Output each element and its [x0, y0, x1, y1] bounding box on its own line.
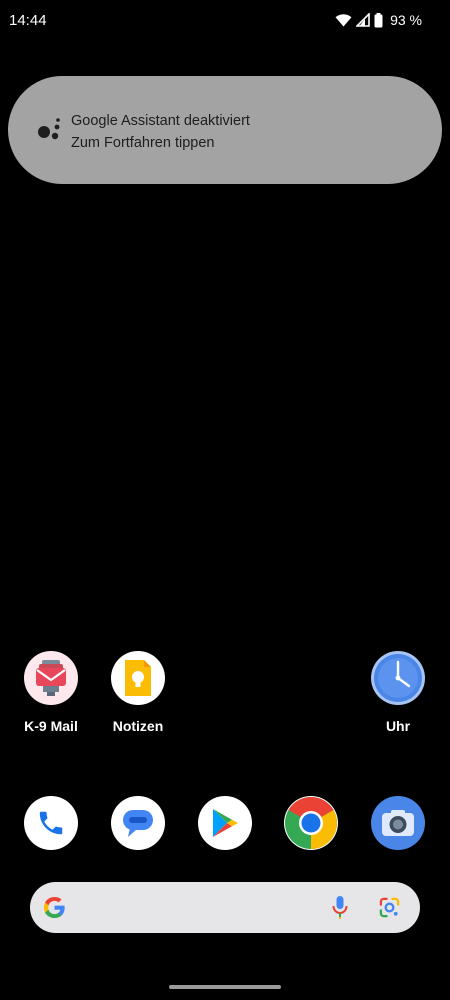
dock-play-store[interactable]: [180, 796, 270, 850]
google-g-icon: [43, 896, 66, 919]
status-icons: 93 %: [335, 12, 422, 28]
play-store-icon: [198, 796, 252, 850]
app-label: Notizen: [112, 718, 164, 734]
phone-icon: [24, 796, 78, 850]
app-notizen[interactable]: Notizen: [93, 651, 183, 734]
camera-icon: [371, 796, 425, 850]
status-time: 14:44: [9, 12, 47, 29]
assistant-banner-subtitle: Zum Fortfahren tippen: [71, 135, 215, 151]
clock-icon: [371, 651, 425, 705]
app-k9-mail[interactable]: K-9 Mail: [6, 651, 96, 734]
messages-icon: [111, 796, 165, 850]
app-uhr[interactable]: Uhr: [353, 651, 443, 734]
chrome-icon: [284, 796, 338, 850]
microphone-icon[interactable]: [332, 895, 348, 920]
app-label: Uhr: [385, 718, 411, 734]
google-assistant-icon: [37, 117, 63, 141]
app-label: K-9 Mail: [24, 718, 78, 734]
gesture-navigation-handle[interactable]: [169, 985, 281, 989]
cellular-signal-icon: [356, 13, 370, 27]
google-lens-icon[interactable]: [378, 896, 401, 919]
dock-chrome[interactable]: [266, 796, 356, 850]
status-bar: 14:44 93 %: [0, 0, 450, 42]
dock-messages[interactable]: [93, 796, 183, 850]
assistant-banner-text: Google Assistant deaktiviert Zum Fortfah…: [71, 110, 250, 154]
keep-notes-icon: [111, 651, 165, 705]
battery-icon: [374, 12, 383, 28]
dock-phone[interactable]: [6, 796, 96, 850]
google-search-bar[interactable]: [30, 882, 420, 933]
assistant-banner-title: Google Assistant deaktiviert: [71, 113, 250, 129]
battery-percentage: 93 %: [390, 12, 422, 28]
wifi-icon: [335, 13, 352, 27]
k9-mail-icon: [24, 651, 78, 705]
dock-camera[interactable]: [353, 796, 443, 850]
